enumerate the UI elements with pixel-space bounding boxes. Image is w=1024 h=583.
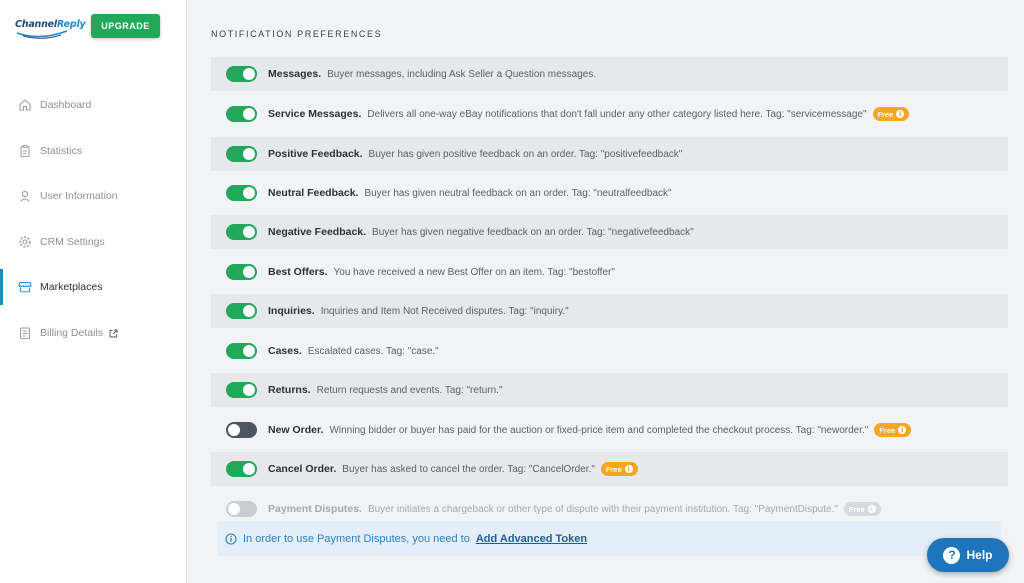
notification-name: Inquiries. bbox=[268, 305, 315, 317]
notification-desc: Delivers all one-way eBay notifications … bbox=[367, 108, 867, 120]
notification-name: New Order. bbox=[268, 424, 324, 436]
cases-toggle[interactable] bbox=[226, 343, 257, 359]
returns-toggle[interactable] bbox=[226, 382, 257, 398]
notification-row-service-messages: Service Messages. Delivers all one-way e… bbox=[211, 97, 1008, 131]
sidebar-item-crm-settings[interactable]: CRM Settings bbox=[0, 224, 187, 260]
question-icon: ? bbox=[943, 546, 961, 564]
inquiries-toggle[interactable] bbox=[226, 303, 257, 319]
negative-feedback-toggle[interactable] bbox=[226, 224, 257, 240]
notification-row-returns: Returns. Return requests and events. Tag… bbox=[211, 373, 1008, 407]
notification-desc: You have received a new Best Offer on an… bbox=[333, 266, 615, 278]
add-advanced-token-link[interactable]: Add Advanced Token bbox=[476, 533, 587, 545]
free-badge[interactable]: Free i bbox=[600, 462, 638, 476]
advanced-token-info-box: In order to use Payment Disputes, you ne… bbox=[218, 521, 1001, 556]
notification-name: Negative Feedback. bbox=[268, 226, 367, 238]
help-button[interactable]: ? Help bbox=[927, 538, 1009, 572]
notification-name: Best Offers. bbox=[268, 266, 328, 278]
notification-row-cases: Cases. Escalated cases. Tag: "case." bbox=[211, 334, 1008, 368]
help-label: Help bbox=[966, 548, 993, 562]
notification-row-inquiries: Inquiries. Inquiries and Item Not Receiv… bbox=[211, 294, 1008, 328]
sidebar-item-label: CRM Settings bbox=[40, 236, 105, 248]
notification-name: Cancel Order. bbox=[268, 463, 337, 475]
sidebar-item-label: Dashboard bbox=[40, 99, 92, 111]
notification-name: Positive Feedback. bbox=[268, 148, 363, 160]
notification-desc: Buyer initiates a chargeback or other ty… bbox=[367, 503, 838, 515]
free-badge[interactable]: Free i bbox=[872, 107, 910, 121]
sidebar-item-label: User Information bbox=[40, 190, 118, 202]
notification-name: Neutral Feedback. bbox=[268, 187, 359, 199]
notification-name: Payment Disputes. bbox=[268, 503, 362, 515]
notification-desc: Inquiries and Item Not Received disputes… bbox=[320, 305, 569, 317]
notification-row-new-order: New Order. Winning bidder or buyer has p… bbox=[211, 413, 1008, 447]
external-link-icon bbox=[109, 329, 118, 338]
free-badge[interactable]: Free i bbox=[874, 423, 912, 437]
sidebar-item-label: Billing Details bbox=[40, 327, 104, 339]
info-text: In order to use Payment Disputes, you ne… bbox=[243, 532, 470, 545]
info-icon: i bbox=[867, 505, 876, 513]
notification-row-negative-feedback: Negative Feedback. Buyer has given negat… bbox=[211, 215, 1008, 249]
notification-name: Service Messages. bbox=[268, 108, 362, 120]
info-icon: i bbox=[898, 426, 907, 434]
new-order-toggle[interactable] bbox=[226, 422, 257, 438]
notification-row-neutral-feedback: Neutral Feedback. Buyer has given neutra… bbox=[211, 176, 1008, 210]
neutral-feedback-toggle[interactable] bbox=[226, 185, 257, 201]
notification-name: Messages. bbox=[268, 68, 322, 80]
positive-feedback-toggle[interactable] bbox=[226, 146, 257, 162]
notification-desc: Buyer messages, including Ask Seller a Q… bbox=[327, 68, 597, 80]
messages-toggle[interactable] bbox=[226, 66, 257, 82]
upgrade-button[interactable]: UPGRADE bbox=[91, 14, 160, 38]
user-icon bbox=[18, 189, 32, 203]
notification-row-best-offers: Best Offers. You have received a new Bes… bbox=[211, 255, 1008, 289]
notification-desc: Buyer has given positive feedback on an … bbox=[368, 148, 683, 160]
sidebar-item-label: Statistics bbox=[40, 145, 83, 157]
notification-desc: Buyer has given negative feedback on an … bbox=[372, 226, 694, 238]
notification-desc: Return requests and events. Tag: "return… bbox=[316, 384, 503, 396]
best-offers-toggle[interactable] bbox=[226, 264, 257, 280]
notification-name: Returns. bbox=[268, 384, 311, 396]
section-title: NOTIFICATION PREFERENCES bbox=[211, 29, 383, 39]
info-circle-icon bbox=[225, 532, 237, 545]
cancel-order-toggle[interactable] bbox=[226, 461, 257, 477]
info-icon: i bbox=[896, 110, 905, 118]
store-icon bbox=[18, 280, 32, 294]
free-badge[interactable]: Free i bbox=[843, 502, 881, 516]
sidebar: ChannelReply UPGRADE Dashboard Statistic… bbox=[0, 0, 187, 583]
notification-desc: Escalated cases. Tag: "case." bbox=[307, 345, 439, 357]
notification-row-cancel-order: Cancel Order. Buyer has asked to cancel … bbox=[211, 452, 1008, 486]
payment-disputes-toggle[interactable] bbox=[226, 501, 257, 517]
service-messages-toggle[interactable] bbox=[226, 106, 257, 122]
info-icon: i bbox=[624, 465, 633, 473]
home-icon bbox=[18, 98, 32, 112]
notification-row-messages: Messages. Buyer messages, including Ask … bbox=[211, 57, 1008, 91]
logo-swoosh-icon bbox=[16, 30, 68, 39]
notification-row-positive-feedback: Positive Feedback. Buyer has given posit… bbox=[211, 137, 1008, 171]
receipt-icon bbox=[18, 326, 32, 340]
notification-desc: Winning bidder or buyer has paid for the… bbox=[329, 424, 869, 436]
clipboard-icon bbox=[18, 144, 32, 158]
notification-desc: Buyer has asked to cancel the order. Tag… bbox=[342, 463, 595, 475]
sidebar-item-marketplaces[interactable]: Marketplaces bbox=[0, 269, 187, 305]
sidebar-item-label: Marketplaces bbox=[40, 281, 103, 293]
channelreply-logo[interactable]: ChannelReply bbox=[15, 15, 86, 41]
sidebar-item-user-information[interactable]: User Information bbox=[0, 178, 187, 214]
gear-icon bbox=[18, 235, 32, 249]
notification-desc: Buyer has given neutral feedback on an o… bbox=[364, 187, 672, 199]
sidebar-item-dashboard[interactable]: Dashboard bbox=[0, 87, 187, 123]
notification-name: Cases. bbox=[268, 345, 302, 357]
sidebar-item-statistics[interactable]: Statistics bbox=[0, 133, 187, 169]
sidebar-item-billing-details[interactable]: Billing Details bbox=[0, 315, 187, 351]
